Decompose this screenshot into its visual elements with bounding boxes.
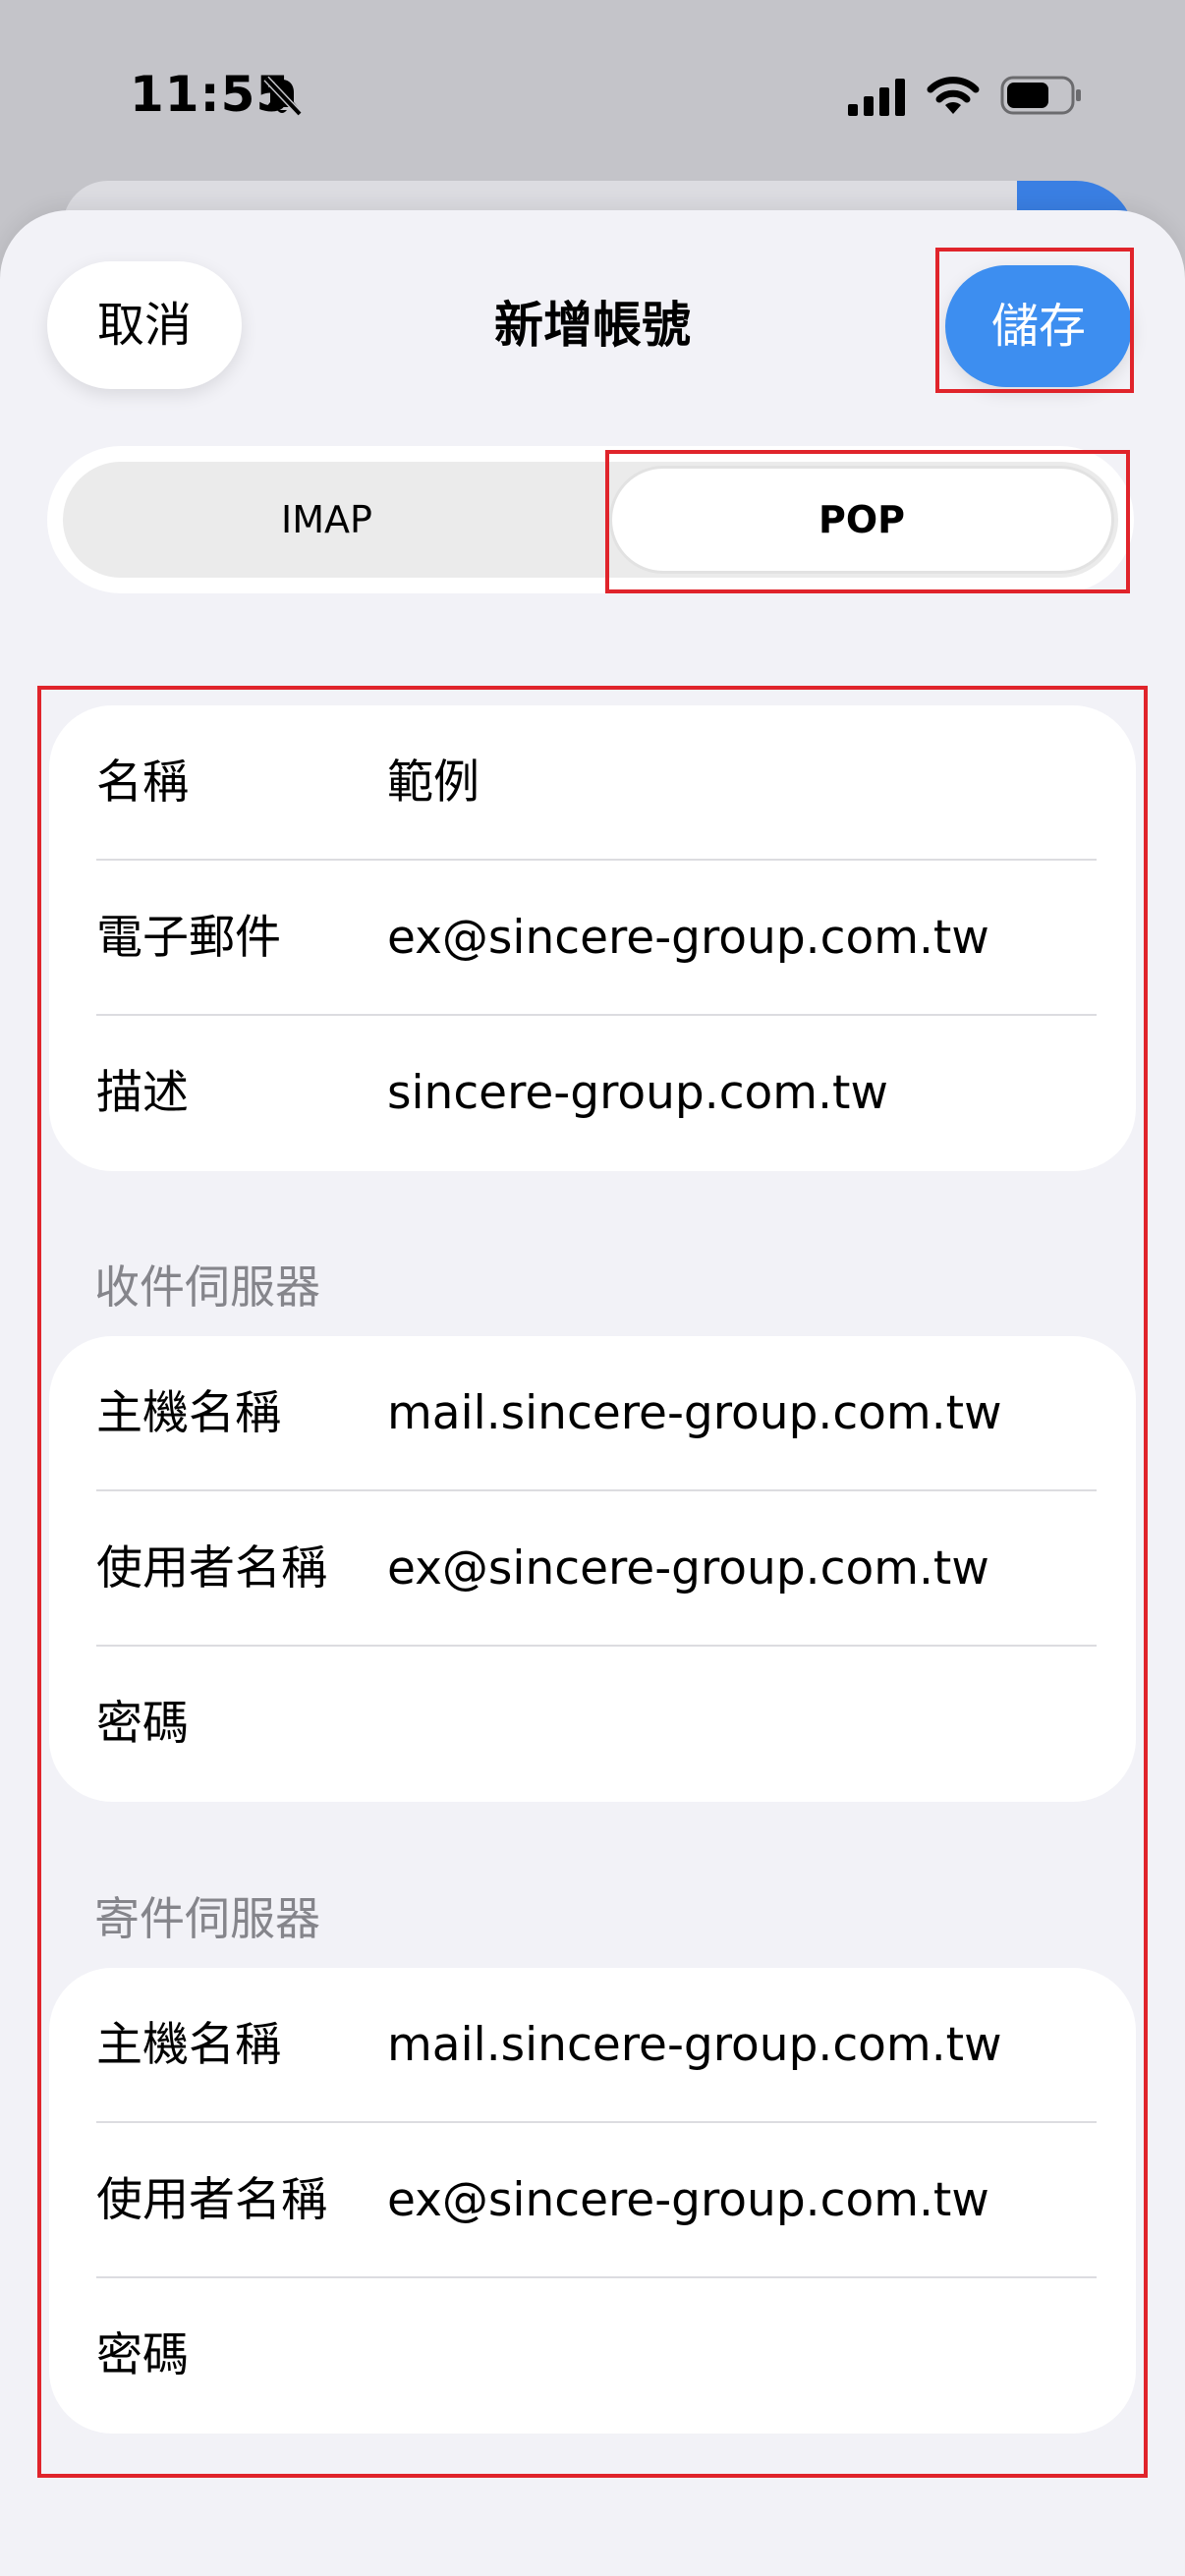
add-account-sheet: 取消 新增帳號 儲存 IMAP POP 名稱 範例 電子郵件 ex@sincer…	[0, 210, 1185, 2576]
incoming-hostname-label: 主機名稱	[96, 1386, 281, 1440]
email-label: 電子郵件	[96, 911, 281, 965]
outgoing-username-label: 使用者名稱	[96, 2173, 327, 2227]
status-bar: 11:55	[0, 0, 1185, 187]
outgoing-username-row[interactable]: 使用者名稱 ex@sincere-group.com.tw	[49, 2123, 1136, 2278]
outgoing-password-label: 密碼	[96, 2328, 189, 2382]
outgoing-server-group: 主機名稱 mail.sincere-group.com.tw 使用者名稱 ex@…	[49, 1968, 1136, 2434]
outgoing-hostname-field[interactable]: mail.sincere-group.com.tw	[387, 1968, 1095, 2123]
outgoing-hostname-label: 主機名稱	[96, 2018, 281, 2072]
segment-imap[interactable]: IMAP	[63, 462, 591, 578]
cellular-signal-icon	[848, 79, 905, 116]
incoming-username-row[interactable]: 使用者名稱 ex@sincere-group.com.tw	[49, 1491, 1136, 1647]
incoming-hostname-row[interactable]: 主機名稱 mail.sincere-group.com.tw	[49, 1336, 1136, 1491]
description-label: 描述	[96, 1066, 189, 1120]
bell-muted-icon	[263, 76, 303, 117]
account-info-group: 名稱 範例 電子郵件 ex@sincere-group.com.tw 描述 si…	[49, 705, 1136, 1171]
incoming-hostname-field[interactable]: mail.sincere-group.com.tw	[387, 1336, 1095, 1491]
email-row[interactable]: 電子郵件 ex@sincere-group.com.tw	[49, 861, 1136, 1016]
outgoing-server-header: 寄件伺服器	[94, 1892, 320, 1945]
email-field[interactable]: ex@sincere-group.com.tw	[387, 861, 1095, 1016]
wifi-icon	[927, 77, 980, 114]
segmented-track: IMAP POP	[63, 462, 1118, 578]
name-row[interactable]: 名稱 範例	[49, 705, 1136, 861]
segment-pop[interactable]: POP	[609, 466, 1114, 574]
name-field[interactable]: 範例	[387, 705, 1095, 861]
description-row[interactable]: 描述 sincere-group.com.tw	[49, 1016, 1136, 1171]
incoming-password-label: 密碼	[96, 1697, 189, 1751]
cancel-button[interactable]: 取消	[47, 261, 242, 389]
description-field[interactable]: sincere-group.com.tw	[387, 1016, 1095, 1171]
save-button[interactable]: 儲存	[945, 265, 1132, 387]
outgoing-hostname-row[interactable]: 主機名稱 mail.sincere-group.com.tw	[49, 1968, 1136, 2123]
incoming-username-field[interactable]: ex@sincere-group.com.tw	[387, 1491, 1095, 1647]
outgoing-username-field[interactable]: ex@sincere-group.com.tw	[387, 2123, 1095, 2278]
incoming-username-label: 使用者名稱	[96, 1541, 327, 1596]
nav-bar: 取消 新增帳號 儲存	[0, 210, 1185, 436]
incoming-server-header: 收件伺服器	[94, 1260, 320, 1314]
outgoing-password-row[interactable]: 密碼	[49, 2278, 1136, 2434]
protocol-segmented-control: IMAP POP	[47, 446, 1134, 593]
name-label: 名稱	[96, 756, 189, 810]
battery-icon	[1000, 76, 1081, 115]
incoming-password-row[interactable]: 密碼	[49, 1647, 1136, 1802]
outgoing-password-field[interactable]	[387, 2278, 1095, 2434]
page-title: 新增帳號	[494, 297, 691, 354]
incoming-server-group: 主機名稱 mail.sincere-group.com.tw 使用者名稱 ex@…	[49, 1336, 1136, 1802]
incoming-password-field[interactable]	[387, 1647, 1095, 1802]
